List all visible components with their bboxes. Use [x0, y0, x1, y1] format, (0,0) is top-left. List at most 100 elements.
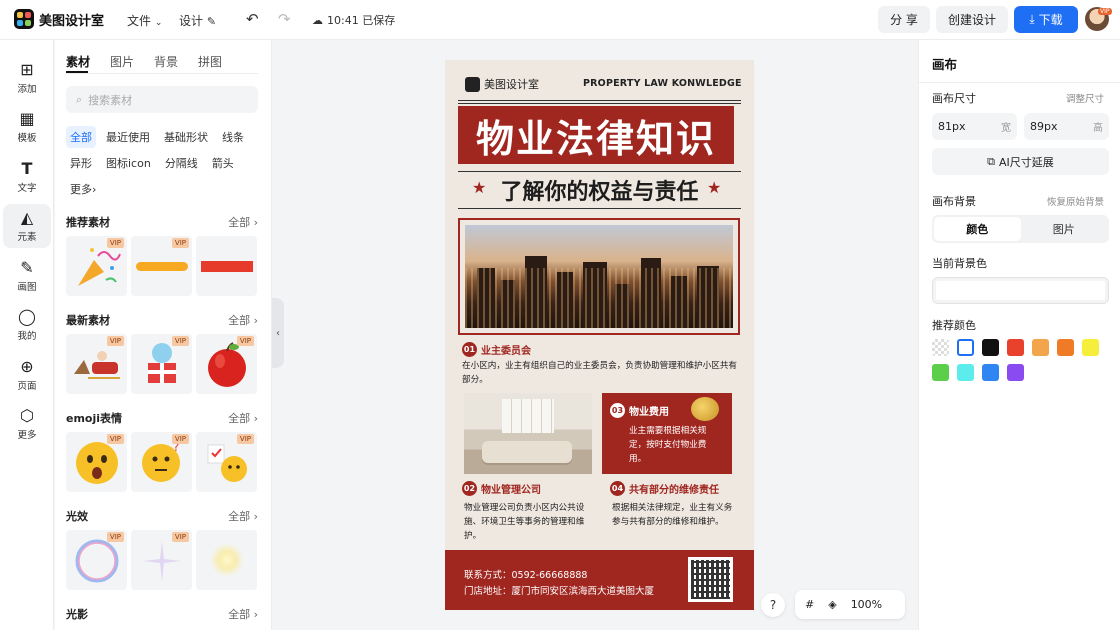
search-input[interactable]: ⌕ 搜索素材 — [66, 86, 258, 113]
see-all-link[interactable]: 全部 › — [228, 312, 258, 328]
red-apple-thumb[interactable]: VIP — [196, 334, 257, 394]
vip-badge: VIP — [171, 336, 189, 346]
chick-emoji-thumb[interactable]: VIP — [196, 432, 257, 492]
material-panel: 素材 图片 背景 拼图 ⌕ 搜索素材 全部 最近使用 基础形状 线条 异形 图标… — [55, 40, 272, 630]
undo-icon[interactable]: ↶ — [246, 10, 259, 28]
rail-item-template[interactable]: ▦ 模板 — [3, 105, 51, 149]
file-menu-label: 文件 — [127, 14, 152, 28]
tag-basic-shape[interactable]: 基础形状 — [160, 126, 212, 148]
section-number: 03 — [610, 403, 625, 418]
poster-logo: 美图设计室 — [465, 76, 539, 92]
rail-label: 更多 — [17, 429, 37, 441]
color-swatch[interactable] — [957, 339, 974, 356]
christmas-gift-thumb[interactable]: VIP — [131, 334, 192, 394]
color-swatch[interactable] — [1007, 339, 1024, 356]
tab-background[interactable]: 背景 — [154, 53, 178, 70]
color-swatch[interactable] — [1032, 339, 1049, 356]
sparkle-thumb[interactable]: VIP — [131, 530, 192, 590]
poster-subtitle: 了解你的权益与责任 — [500, 179, 699, 205]
ai-expand-button[interactable]: ⧉ AI尺寸延展 — [932, 148, 1109, 175]
bg-type-toggle: 颜色 图片 — [932, 215, 1109, 243]
see-all-link[interactable]: 全部 › — [228, 606, 258, 622]
tag-arrow[interactable]: 箭头 — [208, 152, 238, 174]
color-swatch[interactable] — [1007, 364, 1024, 381]
rail-item-draw[interactable]: ✎ 画图 — [3, 254, 51, 298]
download-label: 下载 — [1038, 13, 1063, 27]
height-field[interactable]: 89px 高 — [1024, 113, 1109, 140]
collapse-panel-handle[interactable]: ‹ — [272, 298, 284, 368]
layers-icon[interactable]: ◈ — [828, 598, 836, 611]
file-menu[interactable]: 文件 ⌄ — [127, 12, 162, 29]
santa-sleigh-thumb[interactable]: VIP — [66, 334, 127, 394]
app-logo[interactable]: 美图设计室 — [14, 9, 104, 29]
create-design-button[interactable]: 创建设计 — [936, 6, 1008, 33]
cube-icon: ⬡ — [20, 405, 34, 425]
party-popper-thumb[interactable]: VIP — [66, 236, 127, 296]
rail-label: 模板 — [17, 132, 37, 144]
tab-image[interactable]: 图片 — [1021, 217, 1108, 241]
shocked-emoji-icon — [75, 442, 118, 484]
bubble-ring-thumb[interactable]: VIP — [66, 530, 127, 590]
grid-icon[interactable]: # — [805, 598, 814, 611]
tab-collage[interactable]: 拼图 — [198, 53, 222, 70]
see-all-label: 全部 — [228, 510, 251, 523]
rail-item-more[interactable]: ⬡ 更多 — [3, 402, 51, 446]
tab-material[interactable]: 素材 — [66, 53, 90, 70]
rail-item-elements[interactable]: ◭ 元素 — [3, 204, 51, 248]
see-all-link[interactable]: 全部 › — [228, 214, 258, 230]
tag-irregular[interactable]: 异形 — [66, 152, 96, 174]
share-button[interactable]: 分 享 — [878, 6, 930, 33]
save-status: ☁ 10:41 已保存 — [312, 12, 395, 28]
restore-bg-link[interactable]: 恢复原始背景 — [1047, 194, 1104, 208]
color-swatch[interactable] — [932, 364, 949, 381]
rail-item-mine[interactable]: ◯ 我的 — [3, 303, 51, 347]
current-color-field[interactable] — [932, 277, 1109, 304]
color-swatch[interactable] — [932, 339, 949, 356]
vip-badge: VIP — [106, 336, 124, 346]
latest-thumbs: VIP VIP VIP — [66, 334, 257, 394]
tag-more[interactable]: 更多 › — [66, 178, 100, 200]
section-04-text: 根据相关法律规定，业主有义务参与共有部分的维修和维护。 — [612, 503, 733, 527]
tag-list: 全部 最近使用 基础形状 线条 异形 图标icon 分隔线 箭头 更多 › — [66, 126, 264, 200]
design-menu[interactable]: 设计 ✎ — [179, 12, 216, 29]
redo-icon[interactable]: ↷ — [278, 10, 291, 28]
zoom-level[interactable]: 100% — [851, 598, 882, 611]
divider — [919, 82, 1120, 83]
thinking-emoji-thumb[interactable]: VIP ? — [131, 432, 192, 492]
search-placeholder: 搜索素材 — [88, 93, 133, 107]
city-photo-frame — [458, 218, 740, 335]
glow-thumb[interactable] — [196, 530, 257, 590]
rail-item-add[interactable]: ⊞ 添加 — [3, 56, 51, 100]
tag-recent[interactable]: 最近使用 — [102, 126, 154, 148]
tab-color[interactable]: 颜色 — [934, 217, 1021, 241]
color-swatch[interactable] — [1082, 339, 1099, 356]
color-swatch[interactable] — [1057, 339, 1074, 356]
tag-all[interactable]: 全部 — [66, 126, 96, 148]
help-button[interactable]: ? — [761, 593, 785, 617]
emoji-thumbs: VIP VIP ? VIP — [66, 432, 257, 492]
rail-item-page[interactable]: ⊕ 页面 — [3, 353, 51, 397]
shocked-emoji-thumb[interactable]: VIP — [66, 432, 127, 492]
red-rectangle-thumb[interactable] — [196, 236, 257, 296]
section-03-title: 03 物业费用 — [610, 403, 669, 418]
width-field[interactable]: 81px 宽 — [932, 113, 1017, 140]
yellow-brush-thumb[interactable]: VIP — [131, 236, 192, 296]
adjust-size-link[interactable]: 调整尺寸 — [1066, 91, 1104, 105]
color-swatch[interactable] — [982, 339, 999, 356]
design-canvas[interactable]: 美图设计室 PROPERTY LAW KONWLEDGE 物业法律知识 ★ 了解… — [445, 60, 754, 610]
download-button[interactable]: ⤓ 下载 — [1014, 6, 1078, 33]
tab-image[interactable]: 图片 — [110, 53, 134, 70]
rail-item-text[interactable]: T 文字 — [3, 155, 51, 199]
tag-icon[interactable]: 图标icon — [102, 152, 155, 174]
cloud-icon: ☁ — [312, 13, 323, 27]
section-title: 光效 — [66, 510, 88, 523]
star-icon: ★ — [707, 178, 722, 197]
see-all-link[interactable]: 全部 › — [228, 508, 258, 524]
section-number: 01 — [462, 342, 477, 357]
color-swatch[interactable] — [982, 364, 999, 381]
see-all-link[interactable]: 全部 › — [228, 410, 258, 426]
tag-line[interactable]: 线条 — [218, 126, 248, 148]
tag-divider[interactable]: 分隔线 — [161, 152, 202, 174]
color-swatch[interactable] — [957, 364, 974, 381]
rail-label: 画图 — [17, 281, 37, 293]
